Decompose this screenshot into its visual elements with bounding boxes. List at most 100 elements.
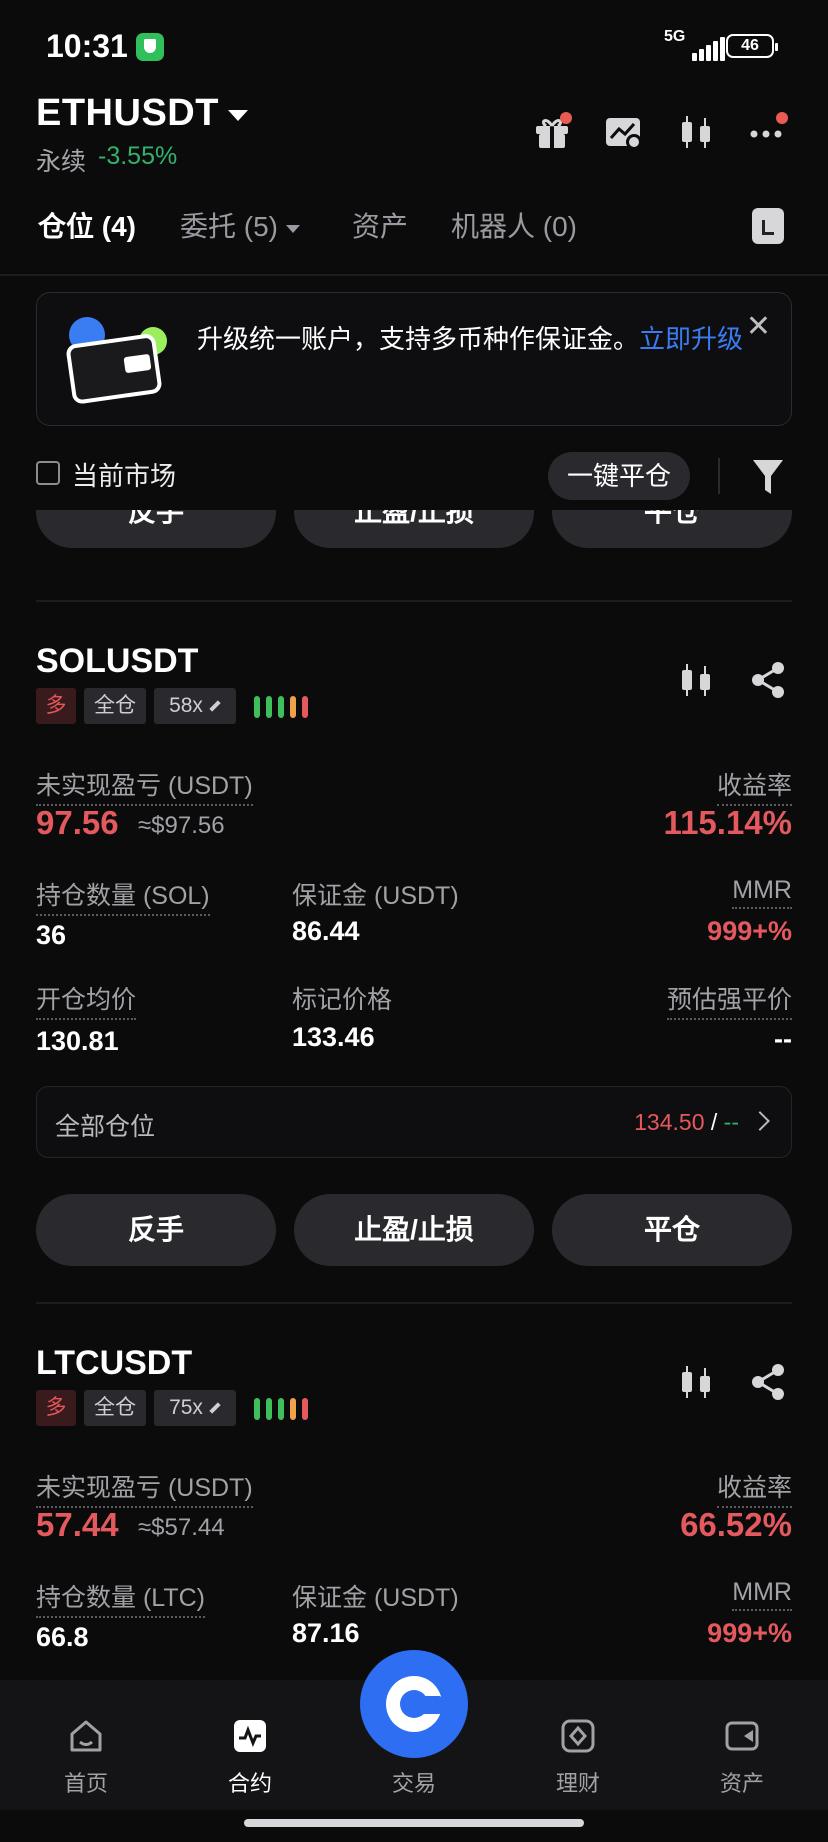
- margin-label: 保证金 (USDT): [292, 1584, 459, 1612]
- candlestick-icon[interactable]: [676, 1362, 716, 1402]
- earn-icon: [561, 1719, 595, 1753]
- entry-price: 130.81: [36, 1026, 119, 1056]
- filter-icon[interactable]: [752, 458, 784, 496]
- chevron-down-icon[interactable]: [228, 110, 248, 121]
- chevron-right-icon: [750, 1111, 770, 1131]
- positions-list[interactable]: 反手 止盈/止损 平仓 SOLUSDT 多 全仓 58x 未实现盈亏 (USDT…: [0, 510, 828, 1680]
- roe-label[interactable]: 收益率: [716, 766, 792, 806]
- home-icon: [70, 1720, 102, 1752]
- close-icon[interactable]: ✕: [746, 309, 771, 344]
- close-position-button[interactable]: 平仓: [552, 510, 792, 548]
- take-profit-price: 134.50: [634, 1109, 705, 1135]
- banner-message: 升级统一账户，支持多币种作保证金。: [197, 324, 640, 354]
- unrealized-pnl: 97.56: [36, 804, 119, 841]
- quantity-label[interactable]: 持仓数量 (SOL): [36, 876, 210, 916]
- margin-value: 87.16: [292, 1618, 360, 1648]
- signal-icon: [690, 33, 730, 61]
- nav-trade-label: 交易: [391, 1771, 436, 1796]
- position-symbol[interactable]: SOLUSDT: [36, 642, 198, 681]
- notification-dot: [560, 112, 572, 124]
- divider: [718, 458, 720, 494]
- margin-label: 保证金 (USDT): [292, 882, 459, 910]
- mark-price-label: 标记价格: [292, 986, 393, 1014]
- edit-icon: [209, 700, 221, 713]
- roe-value: 66.52%: [680, 1506, 792, 1543]
- margin-mode-badge: 全仓: [84, 688, 146, 724]
- side-badge: 多: [36, 688, 76, 724]
- roe-value: 115.14%: [663, 804, 792, 841]
- current-market-checkbox[interactable]: [36, 461, 60, 485]
- quantity-value: 36: [36, 920, 67, 950]
- nav-assets-label: 资产: [719, 1771, 764, 1796]
- filter-row: 当前市场 一键平仓: [0, 452, 828, 506]
- chart-settings-icon[interactable]: [604, 112, 644, 152]
- share-icon[interactable]: [748, 1362, 788, 1402]
- position-tabs: 仓位 (4) 委托 (5) 资产 机器人 (0): [0, 205, 828, 257]
- reverse-button[interactable]: 反手: [36, 510, 276, 548]
- divider: [36, 600, 792, 602]
- reverse-button[interactable]: 反手: [36, 1194, 276, 1266]
- tab-orders[interactable]: 委托 (5): [180, 205, 301, 245]
- nav-earn-label: 理财: [555, 1771, 600, 1796]
- order-history-icon[interactable]: [752, 208, 784, 244]
- wallet-icon: [725, 1721, 759, 1751]
- stop-loss-price: --: [723, 1109, 739, 1135]
- all-positions-label: 全部仓位: [55, 1113, 156, 1141]
- entry-price-label[interactable]: 开仓均价: [36, 980, 137, 1020]
- leverage-badge[interactable]: 75x: [154, 1390, 236, 1426]
- tab-assets[interactable]: 资产: [352, 205, 408, 245]
- close-position-button[interactable]: 平仓: [552, 1194, 792, 1266]
- quantity-value: 66.8: [36, 1622, 89, 1652]
- candlestick-icon[interactable]: [676, 112, 716, 152]
- banner-text: 升级统一账户，支持多币种作保证金。立即升级: [197, 321, 757, 357]
- pnl-usd: ≈$97.56: [138, 812, 225, 839]
- candlestick-icon[interactable]: [676, 660, 716, 700]
- pair-title[interactable]: ETHUSDT: [36, 92, 219, 135]
- mmr-label[interactable]: MMR: [732, 876, 792, 909]
- nav-futures-label: 合约: [227, 1771, 272, 1796]
- upgrade-banner[interactable]: 升级统一账户，支持多币种作保证金。立即升级 ✕: [36, 292, 792, 426]
- wallet-icon: [66, 317, 167, 404]
- notification-dot: [776, 112, 788, 124]
- all-positions-row[interactable]: 全部仓位 134.50 / --: [36, 1086, 792, 1158]
- tab-bots[interactable]: 机器人 (0): [451, 205, 577, 245]
- tab-positions[interactable]: 仓位 (4): [38, 205, 136, 245]
- risk-meter: [254, 1398, 314, 1420]
- battery-icon: 46: [726, 34, 778, 58]
- home-indicator[interactable]: [244, 1819, 584, 1827]
- chevron-down-icon: [286, 224, 301, 233]
- shield-icon: [136, 33, 164, 61]
- roe-label[interactable]: 收益率: [716, 1468, 792, 1508]
- upgrade-link[interactable]: 立即升级: [639, 324, 743, 354]
- network-label: 5G: [664, 28, 686, 45]
- margin-value: 86.44: [292, 916, 360, 946]
- liq-price-label[interactable]: 预估强平价: [666, 980, 792, 1020]
- close-all-button[interactable]: 一键平仓: [548, 452, 690, 500]
- divider: [36, 1302, 792, 1304]
- current-market-label[interactable]: 当前市场: [72, 456, 176, 493]
- trade-icon: [400, 1690, 428, 1718]
- mmr-label[interactable]: MMR: [732, 1578, 792, 1611]
- divider: [0, 274, 828, 276]
- position-symbol[interactable]: LTCUSDT: [36, 1344, 192, 1383]
- mmr-value: 999+%: [707, 1618, 792, 1648]
- margin-mode-badge: 全仓: [84, 1390, 146, 1426]
- leverage-value: 58x: [169, 694, 203, 717]
- trade-fab-button[interactable]: [360, 1650, 468, 1758]
- unrealized-pnl-label[interactable]: 未实现盈亏 (USDT): [36, 1468, 253, 1508]
- edit-icon: [209, 1402, 221, 1415]
- pnl-usd: ≈$57.44: [138, 1514, 225, 1541]
- unrealized-pnl-label[interactable]: 未实现盈亏 (USDT): [36, 766, 253, 806]
- unrealized-pnl: 57.44: [36, 1506, 119, 1543]
- tpsl-button[interactable]: 止盈/止损: [294, 510, 534, 548]
- tpsl-button[interactable]: 止盈/止损: [294, 1194, 534, 1266]
- tpsl-prices: 134.50 / --: [634, 1109, 739, 1135]
- mmr-value: 999+%: [707, 916, 792, 946]
- contract-type: 永续: [36, 148, 87, 176]
- side-badge: 多: [36, 1390, 76, 1426]
- leverage-badge[interactable]: 58x: [154, 688, 236, 724]
- leverage-value: 75x: [169, 1396, 203, 1419]
- risk-meter: [254, 696, 314, 718]
- quantity-label[interactable]: 持仓数量 (LTC): [36, 1578, 205, 1618]
- share-icon[interactable]: [748, 660, 788, 700]
